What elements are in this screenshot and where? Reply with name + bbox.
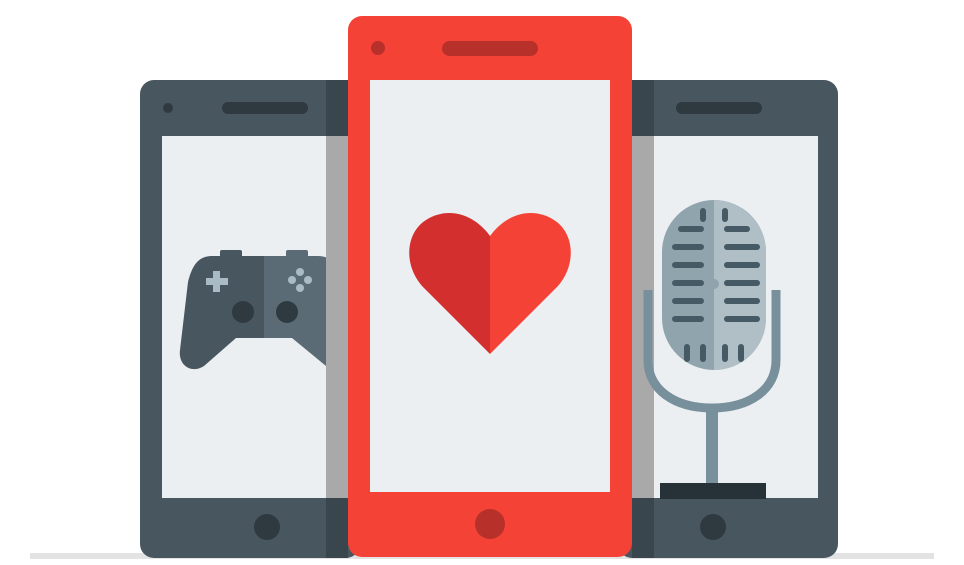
right-phone-speaker [676,102,762,114]
left-phone [140,80,360,558]
left-phone-speaker [222,102,308,114]
center-phone-camera [371,41,385,55]
devices-illustration [30,16,934,559]
center-phone [348,16,632,557]
right-phone [618,80,838,558]
left-phone-home-button [254,514,280,540]
center-phone-speaker [442,41,538,56]
center-phone-home-button [475,509,505,539]
illustration-canvas [0,0,964,565]
left-phone-camera [163,103,173,113]
right-phone-home-button [700,514,726,540]
left-divider-screen [326,136,348,498]
